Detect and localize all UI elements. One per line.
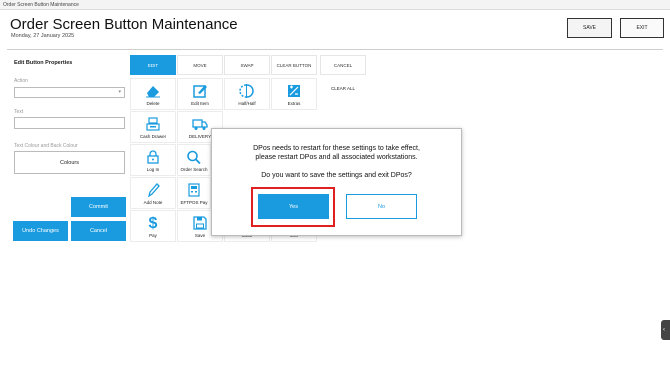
grid-button-half-half[interactable]: Half/Half [224, 78, 270, 110]
tab-move[interactable]: MOVE [177, 55, 223, 75]
grid-button-cash-drawer[interactable]: Cash Drawer [130, 111, 176, 143]
grid-button-label: Half/Half [238, 101, 256, 106]
eftpos-icon [188, 183, 200, 197]
exit-button[interactable]: EXIT [620, 18, 664, 38]
grid-button-label: Save [194, 233, 206, 238]
tab-swap[interactable]: SWAP [224, 55, 270, 75]
grid-button-delete[interactable]: Delete [130, 78, 176, 110]
colours-button[interactable]: Colours [14, 151, 125, 174]
grid-button-label: DELIVERY [188, 134, 212, 139]
header-divider [7, 49, 663, 50]
grid-button-label: Order Search [180, 167, 208, 172]
lock-icon [147, 150, 159, 164]
yes-button[interactable]: Yes [258, 194, 329, 219]
text-label: Text [14, 109, 24, 115]
clear-all-button[interactable]: CLEAR ALL [320, 86, 366, 91]
page-date: Monday, 27 January 2025 [11, 33, 75, 39]
grid-button-log-in[interactable]: Log In [130, 144, 176, 176]
half-half-icon [239, 84, 254, 98]
grid-button-label: Add Note [143, 200, 163, 205]
delivery-icon [192, 119, 208, 130]
grid-button-label: Delete [146, 101, 160, 106]
svg-text:$: $ [149, 215, 158, 230]
pen-icon [148, 183, 160, 197]
colour-label: Text Colour and Back Colour [14, 143, 78, 149]
tab-edit[interactable]: EDIT [130, 55, 176, 75]
page-title: Order Screen Button Maintenance [10, 16, 238, 33]
action-label: Action [14, 78, 28, 84]
side-panel-tab[interactable]: ‹ [661, 320, 670, 340]
grid-button-label: Edit Item [191, 101, 209, 106]
eraser-icon [146, 86, 160, 98]
dollar-icon: $ [149, 215, 158, 230]
grid-button-label: Extras [287, 101, 301, 106]
search-icon [187, 150, 201, 164]
grid-button-label: EFTPOS Pay [180, 200, 208, 205]
commit-button[interactable]: Commit [70, 196, 127, 218]
no-button[interactable]: No [346, 194, 417, 219]
extras-icon [288, 85, 300, 97]
dialog-message-line2: please restart DPos and all associated w… [255, 154, 418, 161]
undo-changes-button[interactable]: Undo Changes [12, 220, 69, 242]
grid-button-extras[interactable]: Extras [271, 78, 317, 110]
chevron-down-icon: ▾ [118, 89, 121, 95]
dialog-message-line1: DPos needs to restart for these settings… [253, 145, 420, 152]
window-titlebar: Order Screen Button Maintenance [0, 0, 670, 10]
tab-cancel[interactable]: CANCEL [320, 55, 366, 75]
cancel-button[interactable]: Cancel [70, 220, 127, 242]
grid-button-label: Log In [146, 167, 160, 172]
grid-button-label: Cash Drawer [139, 134, 167, 139]
dialog-question: Do you want to save the settings and exi… [261, 172, 412, 179]
properties-heading: Edit Button Properties [14, 60, 73, 66]
grid-button-order-search[interactable]: Order Search [177, 144, 211, 176]
action-select[interactable]: ▾ [14, 87, 125, 98]
window-title: Order Screen Button Maintenance [3, 2, 79, 8]
cash-drawer-icon [146, 117, 160, 131]
edit-icon [193, 85, 207, 98]
grid-button-add-note[interactable]: Add Note [130, 177, 176, 209]
grid-button-eftpos-pay[interactable]: EFTPOS Pay [177, 177, 211, 209]
grid-button-edit-item[interactable]: Edit Item [177, 78, 223, 110]
grid-button-label: Pay [149, 233, 157, 238]
text-input[interactable] [14, 117, 125, 129]
tab-clear-button[interactable]: CLEAR BUTTON [271, 55, 317, 75]
save-button[interactable]: SAVE [567, 18, 612, 38]
save-icon [193, 216, 207, 230]
grid-button-pay[interactable]: $ Pay [130, 210, 176, 242]
